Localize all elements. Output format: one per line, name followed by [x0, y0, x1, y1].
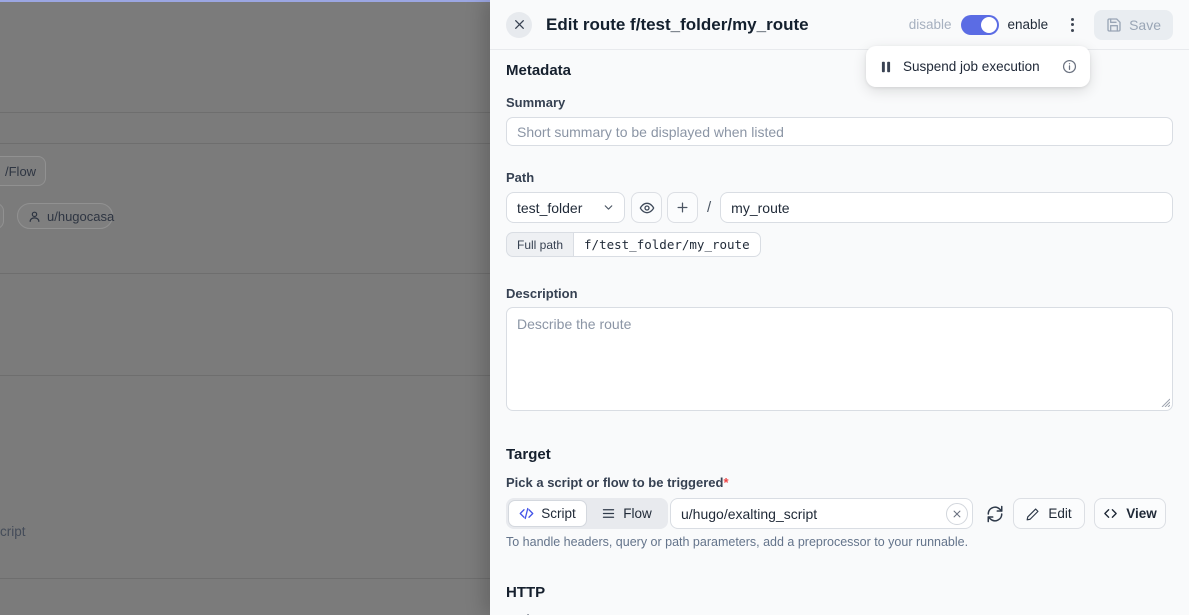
edit-button-label: Edit	[1048, 506, 1071, 521]
suspend-job-menu-item[interactable]: Suspend job execution	[866, 46, 1090, 87]
background-script-fragment: cript	[0, 524, 26, 539]
x-icon	[952, 509, 962, 519]
summary-input[interactable]	[506, 117, 1173, 146]
tab-script[interactable]: Script	[508, 500, 587, 527]
target-row: Script Flow	[506, 498, 1173, 529]
pencil-icon	[1026, 507, 1040, 521]
info-icon	[1062, 59, 1077, 74]
angle-brackets-icon	[1103, 506, 1118, 521]
drawer-title: Edit route f/test_folder/my_route	[546, 15, 909, 35]
summary-label: Summary	[506, 96, 1173, 110]
background-divider	[0, 143, 490, 144]
drawer-content: Metadata Summary Path test_folder /	[490, 62, 1189, 615]
pause-icon	[879, 60, 893, 74]
preview-folder-button[interactable]	[631, 192, 662, 223]
picker-label: Pick a script or flow to be triggered*	[506, 476, 1173, 490]
add-folder-button[interactable]	[667, 192, 698, 223]
refresh-button[interactable]	[986, 505, 1004, 523]
background-flow-chip: /Flow	[0, 156, 46, 186]
view-button-label: View	[1126, 506, 1157, 521]
path-row: test_folder /	[506, 192, 1173, 223]
toggle-disable-label: disable	[909, 17, 952, 32]
full-path-value: f/test_folder/my_route	[573, 232, 761, 257]
plus-icon	[675, 200, 690, 215]
folder-select[interactable]: test_folder	[506, 192, 625, 223]
full-path-row: Full path f/test_folder/my_route	[506, 232, 761, 257]
description-wrap	[506, 307, 1173, 411]
eye-icon	[639, 200, 655, 216]
path-separator: /	[707, 199, 711, 216]
background-divider	[0, 112, 490, 113]
runnable-path-input[interactable]	[670, 498, 973, 529]
refresh-icon	[986, 505, 1004, 523]
tab-flow-label: Flow	[623, 506, 652, 521]
tab-flow[interactable]: Flow	[587, 500, 666, 527]
background-page: /Flow u/hugocasa cript	[0, 0, 490, 615]
route-name-input[interactable]	[720, 192, 1173, 223]
save-icon	[1106, 17, 1122, 33]
view-runnable-button[interactable]: View	[1094, 498, 1166, 529]
description-label: Description	[506, 287, 1173, 301]
path-label: Path	[506, 171, 1173, 185]
save-button[interactable]: Save	[1094, 10, 1173, 40]
description-textarea[interactable]	[506, 307, 1173, 411]
background-chip-fragment	[0, 203, 4, 229]
runnable-input-wrap	[670, 498, 973, 529]
more-options-button[interactable]	[1062, 12, 1082, 38]
background-divider	[0, 375, 490, 376]
close-button[interactable]	[506, 12, 532, 38]
person-icon	[28, 210, 41, 223]
close-icon	[513, 18, 526, 31]
background-flow-chip-label: /Flow	[5, 164, 36, 179]
flow-icon	[601, 506, 616, 521]
app: /Flow u/hugocasa cript Edit route f/test…	[0, 0, 1189, 615]
folder-select-value: test_folder	[517, 200, 582, 216]
toggle-enable-label: enable	[1008, 17, 1049, 32]
edit-runnable-button[interactable]: Edit	[1013, 498, 1085, 529]
drawer-header: Edit route f/test_folder/my_route disabl…	[490, 0, 1189, 50]
http-heading: HTTP	[506, 584, 1173, 601]
preprocessor-helper-text: To handle headers, query or path paramet…	[506, 535, 1173, 549]
picker-label-text: Pick a script or flow to be triggered	[506, 475, 723, 490]
target-heading: Target	[506, 446, 1173, 463]
background-user-chip: u/hugocasa	[17, 203, 113, 229]
save-button-label: Save	[1129, 17, 1161, 33]
tab-script-label: Script	[541, 506, 576, 521]
suspend-job-label: Suspend job execution	[903, 59, 1062, 74]
code-icon	[519, 506, 534, 521]
clear-runnable-button[interactable]	[946, 503, 968, 525]
background-divider	[0, 578, 490, 579]
edit-route-drawer: Edit route f/test_folder/my_route disabl…	[490, 0, 1189, 615]
background-divider	[0, 273, 490, 274]
runnable-kind-toggle: Script Flow	[506, 498, 668, 529]
toggle-knob	[981, 17, 997, 33]
full-path-badge: Full path	[506, 232, 573, 257]
required-mark: *	[723, 475, 728, 490]
background-accent-line	[0, 0, 490, 2]
enable-toggle[interactable]	[961, 15, 999, 35]
chevron-down-icon	[602, 201, 615, 214]
background-user-chip-label: u/hugocasa	[47, 209, 114, 224]
